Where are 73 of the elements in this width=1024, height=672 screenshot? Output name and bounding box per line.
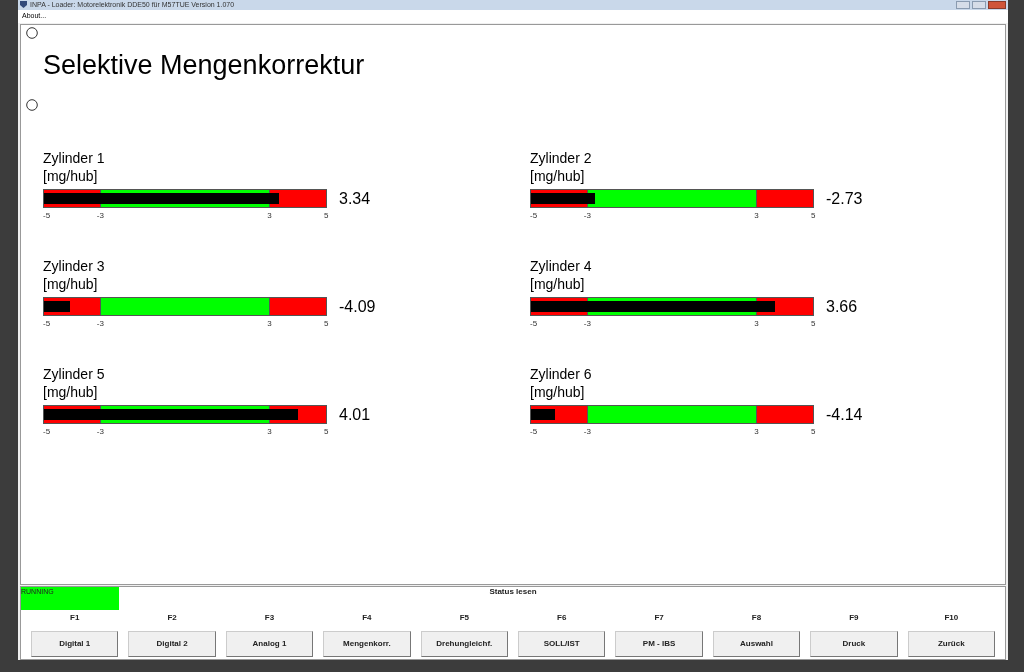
gauge-label: Zylinder 1 xyxy=(43,148,106,167)
tick-label: -3 xyxy=(96,210,104,221)
function-button[interactable]: Digital 2 xyxy=(128,631,216,658)
tick-label: -3 xyxy=(583,318,591,329)
unit-label: [mg/hub] xyxy=(43,274,99,293)
close-button[interactable] xyxy=(988,1,1006,9)
key-label: F8 xyxy=(751,612,762,625)
tick-label: 3 xyxy=(267,426,272,437)
unit-label: [mg/hub] xyxy=(43,166,99,185)
function-button[interactable]: SOLL/IST xyxy=(518,631,606,658)
function-button[interactable]: Analog 1 xyxy=(225,631,314,658)
tick-label: 3 xyxy=(267,210,272,221)
tick-label: 5 xyxy=(324,318,329,329)
tick-label: -3 xyxy=(96,426,104,437)
function-button[interactable]: Druck xyxy=(810,631,898,658)
function-button[interactable]: Auswahl xyxy=(712,631,801,658)
unit-label: [mg/hub] xyxy=(43,382,99,401)
gauge-reading: -4.09 xyxy=(339,296,376,317)
unit-label: [mg/hub] xyxy=(530,166,586,185)
function-button[interactable]: Zurück xyxy=(907,631,995,658)
tick-label: -5 xyxy=(530,210,538,221)
key-label: F4 xyxy=(362,612,372,625)
high-zone xyxy=(269,298,326,316)
gauge-label: Zylinder 5 xyxy=(43,364,106,383)
function-button[interactable]: Digital 1 xyxy=(31,631,119,658)
key-label: F1 xyxy=(70,612,80,625)
tick-label: 5 xyxy=(324,426,329,437)
tick-label: 3 xyxy=(754,210,759,221)
tick-label: -5 xyxy=(530,318,538,329)
function-button[interactable]: Mengenkorr. xyxy=(323,631,411,658)
app-icon xyxy=(20,1,27,9)
tick-label: -5 xyxy=(43,318,51,329)
gauge-label: Zylinder 2 xyxy=(530,148,593,167)
minimize-button[interactable] xyxy=(956,1,970,9)
tick-label: 5 xyxy=(811,318,816,329)
tick-label: 5 xyxy=(324,210,329,221)
key-label: F9 xyxy=(849,612,859,625)
key-label: F3 xyxy=(264,612,275,625)
key-label: F7 xyxy=(654,612,664,625)
tick-label: 5 xyxy=(811,426,816,437)
tick-label: -5 xyxy=(43,426,51,437)
unit-label: [mg/hub] xyxy=(530,382,586,401)
tick-label: -5 xyxy=(43,210,51,221)
circle-icon xyxy=(26,26,38,39)
key-label: F2 xyxy=(167,612,177,625)
unit-label: [mg/hub] xyxy=(530,274,586,293)
circle-icon xyxy=(26,98,38,111)
page-heading: Selektive Mengenkorrektur xyxy=(43,48,365,82)
function-button[interactable]: Drehungleichf. xyxy=(420,631,508,658)
maximize-button[interactable] xyxy=(972,1,986,9)
key-label: F5 xyxy=(459,612,469,625)
gauge-label: Zylinder 6 xyxy=(530,364,593,383)
high-zone xyxy=(756,190,813,208)
tick-label: 5 xyxy=(811,210,816,221)
key-label: F10 xyxy=(944,612,959,625)
tick-label: -5 xyxy=(530,426,538,437)
gauge-label: Zylinder 4 xyxy=(530,256,593,275)
tick-label: 3 xyxy=(754,426,759,437)
tick-label: -3 xyxy=(583,210,591,221)
function-button[interactable]: PM - IBS xyxy=(615,631,703,658)
gauge-reading: 3.66 xyxy=(826,296,858,317)
gauge-reading: 4.01 xyxy=(339,404,371,425)
tick-label: -3 xyxy=(583,426,591,437)
status-message: Status lesen xyxy=(489,587,537,598)
gauge-reading: -2.73 xyxy=(826,188,863,209)
gauge-reading: -4.14 xyxy=(826,404,863,425)
high-zone xyxy=(756,406,813,424)
gauge-reading: 3.34 xyxy=(339,188,371,209)
tick-label: 3 xyxy=(754,318,759,329)
gauge-label: Zylinder 3 xyxy=(43,256,106,275)
key-label: F6 xyxy=(557,612,567,625)
tick-label: -3 xyxy=(96,318,104,329)
tick-label: 3 xyxy=(267,318,272,329)
